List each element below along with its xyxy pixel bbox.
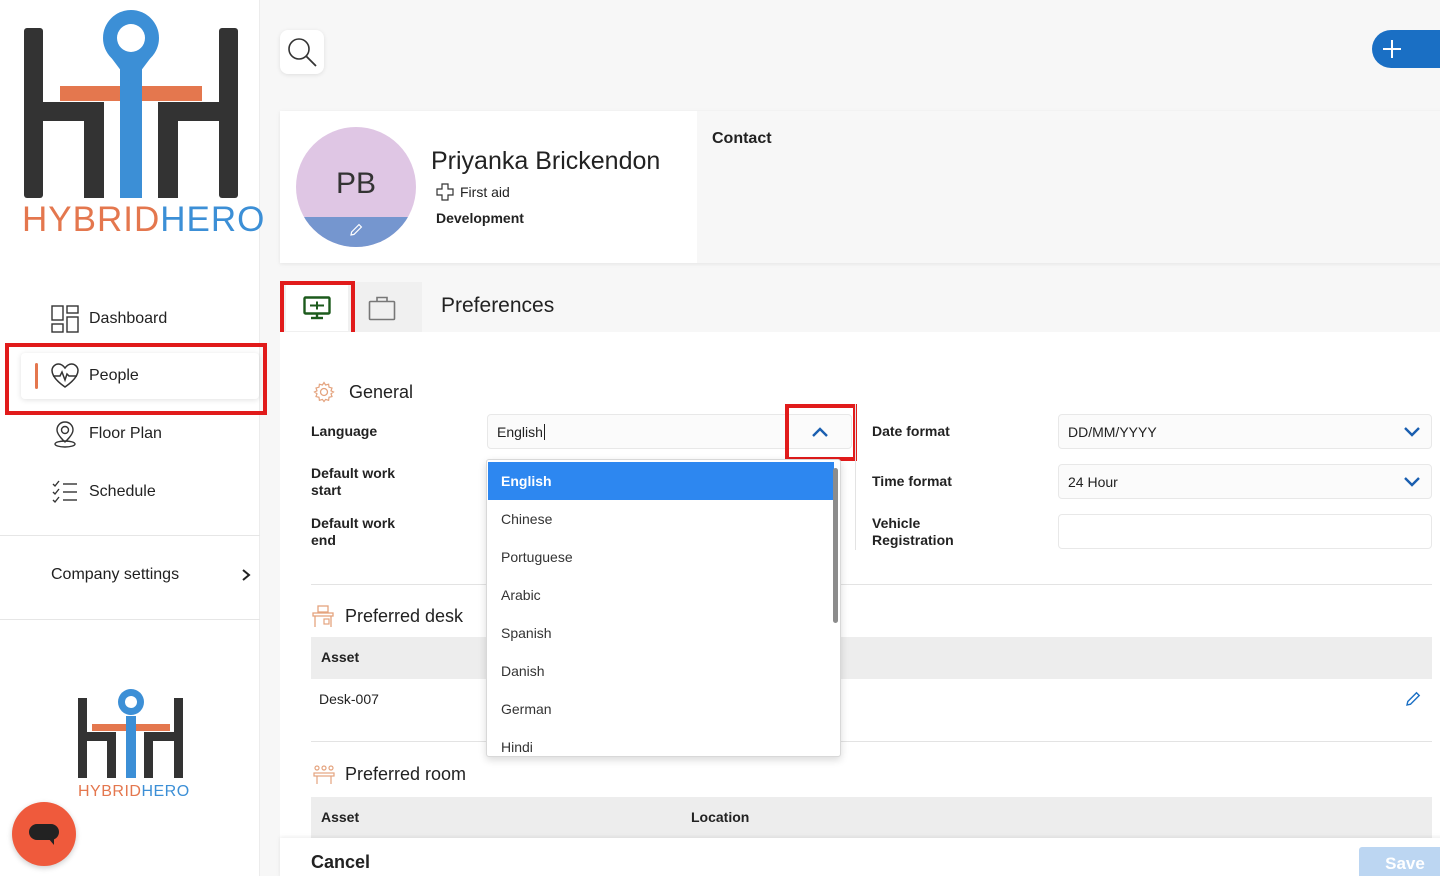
company-settings-label: Company settings (51, 566, 180, 583)
cancel-button[interactable]: Cancel (311, 852, 370, 873)
desk-asset-cell: Desk-007 (319, 691, 379, 707)
language-option-chinese[interactable]: Chinese (488, 500, 834, 538)
vehicle-registration-label: Vehicle Registration (872, 515, 954, 548)
language-option-english[interactable]: English (488, 462, 834, 500)
first-aid-label: First aid (460, 184, 510, 200)
briefcase-icon (368, 296, 396, 321)
sidebar-item-schedule[interactable]: Schedule (21, 469, 259, 515)
gear-icon (313, 381, 335, 403)
language-input-value: English (497, 423, 543, 440)
section-divider (311, 584, 1432, 585)
chevron-down-icon (1404, 477, 1420, 487)
language-dropdown: English Chinese Portuguese Arabic Spanis… (486, 459, 841, 757)
first-aid-badge: First aid (436, 183, 510, 201)
room-column-location: Location (691, 809, 750, 825)
logo-small-wordmark: HYBRIDHERO (78, 783, 190, 800)
desk-table-header: Asset (311, 637, 1432, 679)
search-icon (288, 38, 317, 67)
highlight-box-dropdown-toggle (785, 404, 857, 461)
avatar-initials: PB (335, 167, 377, 200)
language-option-portuguese[interactable]: Portuguese (488, 538, 834, 576)
preferred-room-section-title: Preferred room (313, 764, 466, 785)
dropdown-scrollbar[interactable] (833, 468, 838, 623)
profile-card: PB Priyanka Brickendon First aid Develop… (280, 111, 1440, 263)
time-format-select[interactable]: 24 Hour (1058, 464, 1432, 499)
pencil-icon (350, 223, 363, 236)
avatar[interactable]: PB (296, 127, 416, 247)
sidebar-item-label: Schedule (89, 483, 156, 500)
language-option-danish[interactable]: Danish (488, 652, 834, 690)
chevron-down-icon (1404, 427, 1420, 437)
section-divider (311, 741, 1432, 742)
default-work-end-label: Default work end (311, 515, 396, 548)
contact-pane (697, 111, 1440, 263)
sidebar-divider (0, 535, 260, 536)
dashboard-icon (51, 305, 79, 333)
tab-work[interactable] (358, 285, 406, 331)
checklist-icon (51, 478, 79, 506)
preferred-desk-title-text: Preferred desk (345, 605, 464, 626)
highlight-box-people (5, 343, 267, 415)
footer-bar: Cancel Save (280, 838, 1440, 876)
sidebar-divider (0, 619, 260, 620)
hybridhero-small-logo (78, 689, 183, 778)
edit-pencil-icon[interactable] (1405, 690, 1422, 707)
highlight-box-tab (280, 281, 355, 339)
column-divider (855, 404, 856, 550)
add-button[interactable] (1372, 30, 1440, 68)
room-column-asset: Asset (321, 809, 360, 825)
chevron-right-icon (242, 569, 251, 581)
department-label: Development (436, 210, 524, 226)
avatar-edit-band[interactable] (296, 217, 416, 247)
language-option-spanish[interactable]: Spanish (488, 614, 834, 652)
general-section-title: General (313, 381, 413, 403)
chat-button[interactable] (12, 802, 76, 866)
search-button[interactable] (280, 30, 324, 74)
company-settings-link[interactable]: Company settings (51, 566, 251, 584)
desk-column-asset: Asset (321, 649, 360, 665)
language-option-german[interactable]: German (488, 690, 834, 728)
text-cursor (543, 423, 545, 440)
sidebar-item-label: Dashboard (89, 310, 168, 327)
language-option-hindi[interactable]: Hindi (488, 728, 834, 756)
sidebar-item-dashboard[interactable]: Dashboard (21, 296, 259, 342)
logo-wordmark: HYBRIDHERO (22, 200, 266, 239)
plus-icon (1383, 40, 1401, 58)
sidebar: HYBRIDHERO Dashboard People Floor Plan S… (0, 0, 264, 876)
time-format-value: 24 Hour (1068, 473, 1118, 490)
language-option-arabic[interactable]: Arabic (488, 576, 834, 614)
room-table-header: Asset Location (311, 797, 1432, 839)
preferred-room-title-text: Preferred room (345, 764, 467, 784)
save-button[interactable]: Save (1359, 847, 1440, 876)
desk-icon (312, 605, 334, 627)
sidebar-item-floor-plan[interactable]: Floor Plan (21, 411, 259, 457)
date-format-value: DD/MM/YYYY (1068, 423, 1157, 440)
meeting-room-icon (313, 764, 335, 784)
general-title-text: General (349, 381, 414, 402)
vehicle-registration-input[interactable] (1058, 514, 1432, 549)
preferences-title: Preferences (441, 294, 555, 317)
profile-name: Priyanka Brickendon (431, 147, 661, 175)
date-format-label: Date format (872, 423, 950, 439)
default-work-start-label: Default work start (311, 465, 396, 498)
time-format-label: Time format (872, 473, 952, 489)
first-aid-cross-icon (436, 183, 454, 201)
preferred-desk-section-title: Preferred desk (311, 604, 463, 628)
sidebar-item-label: Floor Plan (89, 425, 162, 442)
language-label: Language (311, 423, 378, 439)
chat-icon (29, 824, 59, 845)
date-format-select[interactable]: DD/MM/YYYY (1058, 414, 1432, 449)
contact-heading: Contact (712, 130, 772, 147)
map-pin-icon (51, 420, 79, 448)
